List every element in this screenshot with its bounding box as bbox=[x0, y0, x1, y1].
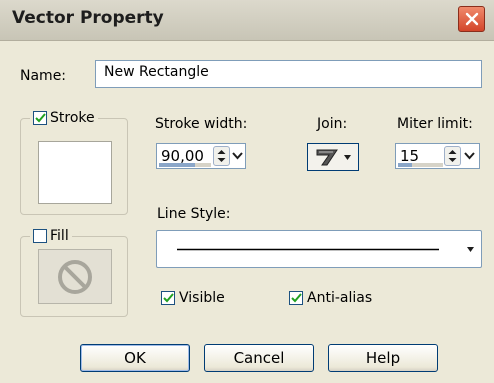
line-style-label: Line Style: bbox=[157, 206, 231, 222]
checkmark-icon bbox=[290, 293, 302, 303]
fill-legend: Fill bbox=[30, 228, 72, 244]
help-button[interactable]: Help bbox=[328, 344, 438, 372]
no-fill-icon bbox=[58, 259, 92, 294]
stroke-width-label: Stroke width: bbox=[155, 116, 248, 132]
stroke-width-slider[interactable] bbox=[159, 163, 211, 167]
miter-limit-label: Miter limit: bbox=[397, 116, 473, 132]
miter-limit-spinner[interactable] bbox=[444, 146, 461, 166]
name-field[interactable]: New Rectangle bbox=[95, 60, 482, 88]
name-label: Name: bbox=[20, 68, 67, 84]
cancel-button[interactable]: Cancel bbox=[204, 344, 314, 372]
checkmark-icon bbox=[34, 113, 46, 123]
checkmark-icon bbox=[162, 293, 174, 303]
stroke-checkbox[interactable] bbox=[33, 111, 47, 125]
stroke-width-spinner[interactable] bbox=[213, 146, 230, 166]
line-style-dropdown[interactable] bbox=[156, 230, 482, 268]
small-chevron-down-icon bbox=[467, 247, 474, 252]
fill-label: Fill bbox=[50, 228, 69, 244]
ok-button[interactable]: OK bbox=[80, 344, 190, 372]
close-button[interactable] bbox=[458, 6, 485, 32]
fill-checkbox[interactable] bbox=[33, 229, 47, 243]
miter-limit-slider-fill bbox=[398, 163, 412, 167]
visible-option[interactable]: Visible bbox=[161, 290, 225, 306]
join-dropdown[interactable] bbox=[307, 143, 359, 171]
join-label: Join: bbox=[317, 116, 348, 132]
spin-arrows-icon bbox=[217, 150, 226, 162]
stroke-label: Stroke bbox=[50, 110, 95, 126]
stroke-legend: Stroke bbox=[30, 110, 98, 126]
miter-limit-slider[interactable] bbox=[398, 163, 443, 167]
fill-color-swatch[interactable] bbox=[38, 249, 112, 304]
small-chevron-down-icon bbox=[344, 154, 351, 160]
stroke-width-slider-fill bbox=[159, 163, 195, 167]
chevron-down-icon bbox=[232, 152, 243, 160]
miter-limit-field[interactable]: 15 bbox=[395, 143, 480, 169]
stroke-width-field[interactable]: 90,00 bbox=[156, 143, 246, 169]
antialias-option[interactable]: Anti-alias bbox=[289, 290, 372, 306]
spin-arrows-icon bbox=[448, 150, 457, 162]
miter-join-icon bbox=[316, 149, 338, 166]
miter-limit-dropdown[interactable] bbox=[463, 146, 476, 166]
vector-property-dialog: Vector Property Name: New Rectangle Stro… bbox=[0, 0, 494, 383]
title-bar[interactable]: Vector Property bbox=[0, 0, 494, 41]
antialias-checkbox[interactable] bbox=[289, 291, 303, 305]
solid-line-icon bbox=[177, 248, 439, 251]
chevron-down-icon bbox=[464, 152, 475, 160]
close-icon bbox=[465, 12, 478, 26]
visible-checkbox[interactable] bbox=[161, 291, 175, 305]
dialog-title: Vector Property bbox=[12, 8, 164, 28]
visible-label: Visible bbox=[179, 290, 225, 306]
antialias-label: Anti-alias bbox=[307, 290, 373, 306]
stroke-color-swatch[interactable] bbox=[38, 141, 112, 204]
stroke-width-dropdown[interactable] bbox=[231, 146, 244, 166]
